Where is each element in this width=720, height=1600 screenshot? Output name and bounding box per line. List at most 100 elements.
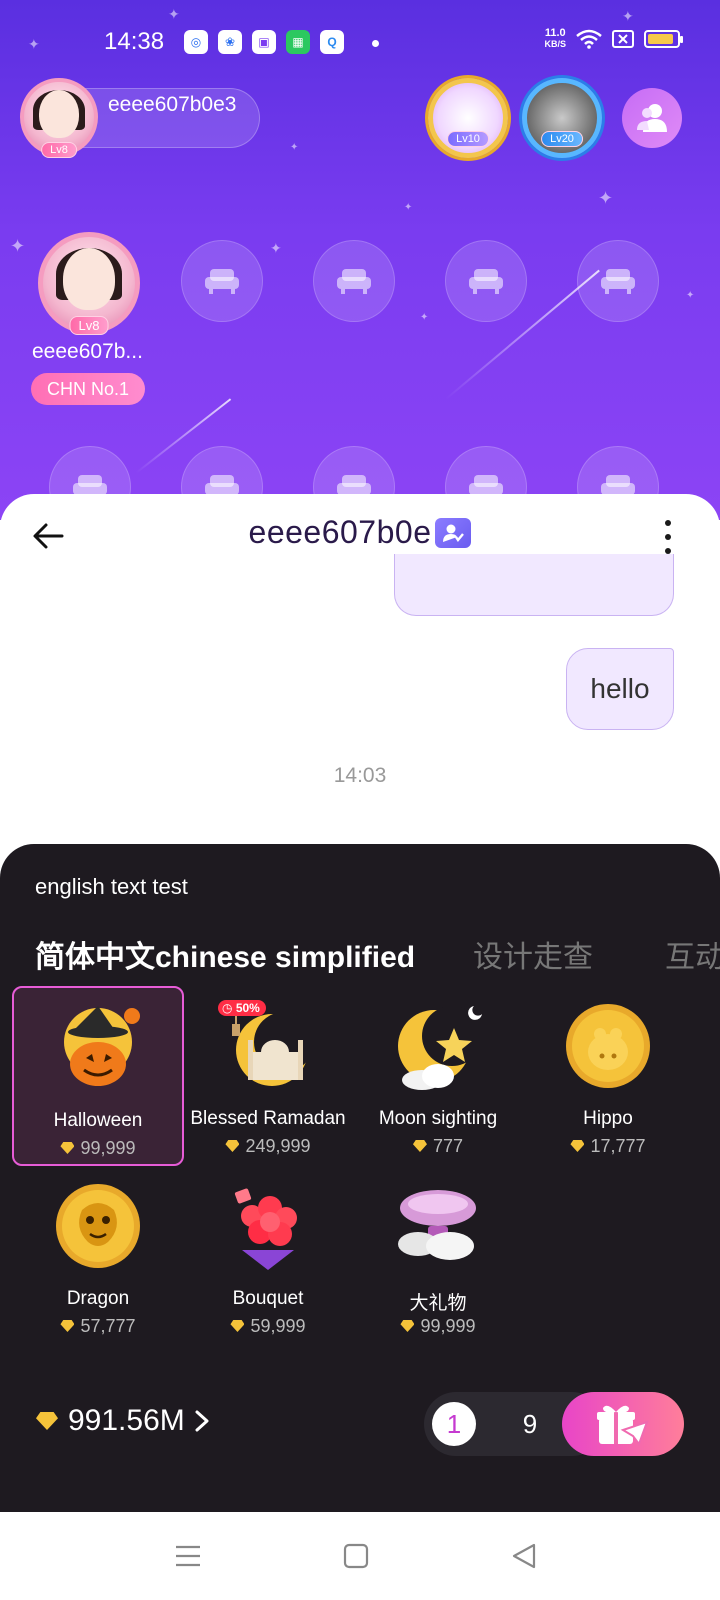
rank-level: Lv10 [447, 131, 489, 147]
quantity-option-selected[interactable]: 1 [432, 1402, 476, 1446]
gift-name: Bouquet [232, 1288, 304, 1309]
chat-title: eeee607b0e [0, 514, 720, 551]
moon-star-icon [398, 1006, 482, 1090]
pumpkin-icon [64, 1006, 140, 1086]
home-button[interactable] [340, 1540, 372, 1572]
avatar-face [39, 90, 79, 139]
gift-name: Blessed Ramadan [190, 1108, 346, 1129]
members-icon [637, 104, 667, 132]
sparkle-icon: ✦ [420, 312, 429, 323]
dot [665, 520, 671, 526]
gift-panel: english text test 简体中文chinese simplified… [0, 844, 720, 1512]
tab-design-review[interactable]: 设计走查 [473, 932, 593, 976]
empty-seat[interactable] [181, 240, 263, 322]
gift-price: 99,999 [352, 1316, 524, 1337]
tab-interactive[interactable]: 互动 [665, 932, 720, 976]
chevron-right-icon [195, 1410, 209, 1432]
top-rank-badge-2[interactable]: Lv20 [522, 78, 602, 158]
tab-chinese-simplified[interactable]: 简体中文chinese simplified [35, 932, 415, 976]
discount-badge: ◷ 50% [218, 1000, 266, 1016]
empty-seat[interactable] [313, 240, 395, 322]
gift-item-blessed-ramadan[interactable]: ◷ 50% Blessed Ramadan 249,999 [182, 986, 354, 1166]
more-options-button[interactable] [660, 520, 676, 554]
previous-message-bubble [394, 554, 674, 616]
more-notifications-dot [372, 40, 379, 47]
voice-room-background: ✦ ✦ ✦ ✦ ✦ ✦ ✦ ✦ ✦ ✦ 14:38 ◎ ❀ ▣ ▦ Q 11.0… [0, 0, 720, 520]
empty-seat[interactable] [577, 240, 659, 322]
recent-apps-button[interactable] [172, 1540, 204, 1572]
sparkle-icon: ✦ [598, 188, 614, 208]
qq-browser-app-icon: Q [320, 30, 344, 54]
gift-name: Hippo [583, 1108, 633, 1129]
sparkle-icon: ✦ [10, 236, 26, 256]
browser-app-icon: ◎ [184, 30, 208, 54]
sofa-icon [337, 269, 371, 294]
diamond-icon [400, 1320, 415, 1332]
gift-item-big-gift[interactable]: 大礼物 99,999 [352, 1166, 524, 1346]
rank-level: Lv20 [541, 131, 583, 147]
airship-icon [398, 1190, 476, 1260]
gift-name: Halloween [53, 1110, 143, 1131]
triangle-back-icon [512, 1543, 536, 1569]
empty-seat[interactable] [445, 240, 527, 322]
panel-note: english text test [35, 874, 188, 899]
store-app-icon: ▦ [286, 30, 310, 54]
friend-icon [435, 517, 472, 548]
gift-name: Dragon [66, 1288, 130, 1309]
rose-bouquet-icon [234, 1188, 297, 1270]
host-level-badge: Lv8 [69, 316, 109, 335]
sparkle-icon: ✦ [404, 202, 413, 213]
menu-icon [176, 1545, 200, 1567]
host-seat-avatar[interactable]: Lv8 [38, 232, 140, 335]
status-bar: 14:38 ◎ ❀ ▣ ▦ Q 11.0 KB/S [0, 22, 720, 66]
private-chat-sheet: eeee607b0e hello 14:03 [0, 494, 720, 894]
members-button[interactable] [622, 88, 682, 148]
quantity-option[interactable]: 9 [508, 1402, 552, 1446]
dragon-coin-icon [56, 1184, 140, 1268]
gift-item-bouquet[interactable]: Bouquet 59,999 [182, 1166, 354, 1346]
gift-item-moon-sighting[interactable]: Moon sighting 777 [352, 986, 524, 1166]
sim-off-icon [612, 30, 634, 48]
gift-price: 57,777 [12, 1316, 184, 1337]
gift-send-icon [597, 1405, 649, 1446]
gift-name: Moon sighting [378, 1108, 498, 1129]
gift-name: 大礼物 [409, 1293, 467, 1314]
gift-item-hippo[interactable]: Hippo 17,777 [522, 986, 694, 1166]
gift-item-dragon[interactable]: Dragon 57,777 [12, 1166, 184, 1346]
status-time: 14:38 [104, 28, 165, 55]
square-icon [343, 1543, 369, 1569]
battery-fill [648, 34, 674, 44]
sofa-icon [469, 269, 503, 294]
diamond-icon [60, 1142, 75, 1154]
message-timestamp: 14:03 [333, 764, 387, 787]
dot [665, 534, 671, 540]
diamond-icon [36, 1412, 58, 1430]
top-rank-badge-1[interactable]: Lv10 [428, 78, 508, 158]
send-gift-button[interactable] [562, 1392, 684, 1456]
sparkle-icon: ✦ [686, 290, 695, 301]
gift-price: 17,777 [522, 1136, 694, 1157]
gift-item-halloween[interactable]: Halloween 99,999 [12, 986, 184, 1166]
sparkle-icon: ✦ [290, 142, 299, 153]
diamond-icon [230, 1320, 245, 1332]
sofa-icon [205, 269, 239, 294]
message-bubble: hello [566, 648, 674, 730]
diamond-icon [60, 1320, 75, 1332]
sofa-icon [601, 269, 635, 294]
owner-name: eeee607b0e3 [108, 93, 237, 116]
diamond-icon [412, 1140, 427, 1152]
baidu-app-icon: ❀ [218, 30, 242, 54]
sparkle-icon: ✦ [270, 240, 282, 256]
owner-avatar[interactable]: Lv8 [20, 78, 98, 158]
gift-price: 59,999 [182, 1316, 354, 1337]
diamond-balance[interactable]: 991.56M [36, 1404, 211, 1438]
avatar-face [63, 248, 115, 311]
balance-value: 991.56M [68, 1404, 185, 1437]
host-name: eeee607b... [32, 340, 143, 363]
notification-icons: ◎ ❀ ▣ ▦ Q [184, 30, 344, 54]
wifi-icon [576, 29, 602, 49]
owner-level-badge: Lv8 [41, 142, 77, 158]
gift-price: 249,999 [182, 1136, 354, 1157]
chat-title-text: eeee607b0e [248, 514, 432, 550]
back-nav-button[interactable] [508, 1540, 540, 1572]
